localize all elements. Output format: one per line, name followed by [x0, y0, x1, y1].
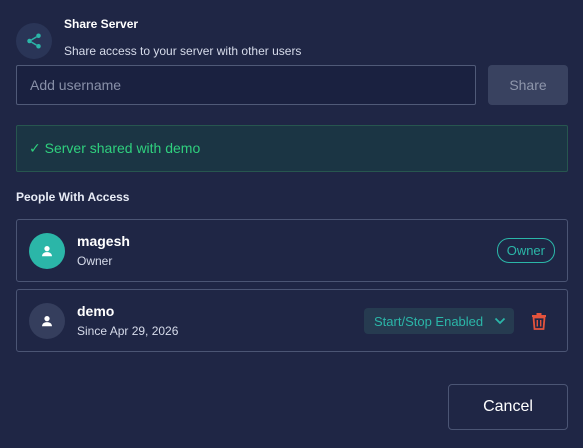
permission-select-value: Start/Stop Enabled — [374, 313, 484, 329]
share-icon — [27, 33, 41, 49]
avatar — [29, 303, 65, 339]
dialog-title: Share Server — [64, 17, 139, 31]
chevron-down-icon — [494, 316, 506, 326]
cancel-button[interactable]: Cancel — [448, 384, 568, 430]
person-card-demo: demo Since Apr 29, 2026 Start/Stop Enabl… — [16, 289, 568, 352]
user-icon — [42, 316, 52, 327]
person-since-date: Since Apr 29, 2026 — [77, 324, 179, 338]
user-icon — [42, 246, 52, 257]
remove-access-button[interactable] — [528, 310, 550, 332]
permission-select[interactable]: Start/Stop Enabled — [364, 308, 514, 334]
person-card-magesh: magesh Owner Owner — [16, 219, 568, 282]
username-input[interactable] — [16, 65, 476, 105]
share-server-icon-container — [16, 23, 52, 59]
avatar — [29, 233, 65, 269]
person-role: Owner — [77, 254, 113, 268]
share-button[interactable]: Share — [488, 65, 568, 105]
person-name: demo — [77, 303, 115, 319]
trash-icon — [532, 313, 546, 330]
people-with-access-heading: People With Access — [16, 190, 130, 204]
dialog-subtitle: Share access to your server with other u… — [64, 44, 302, 58]
success-banner: ✓ Server shared with demo — [16, 125, 568, 172]
owner-badge: Owner — [496, 238, 555, 263]
person-name: magesh — [77, 233, 130, 249]
